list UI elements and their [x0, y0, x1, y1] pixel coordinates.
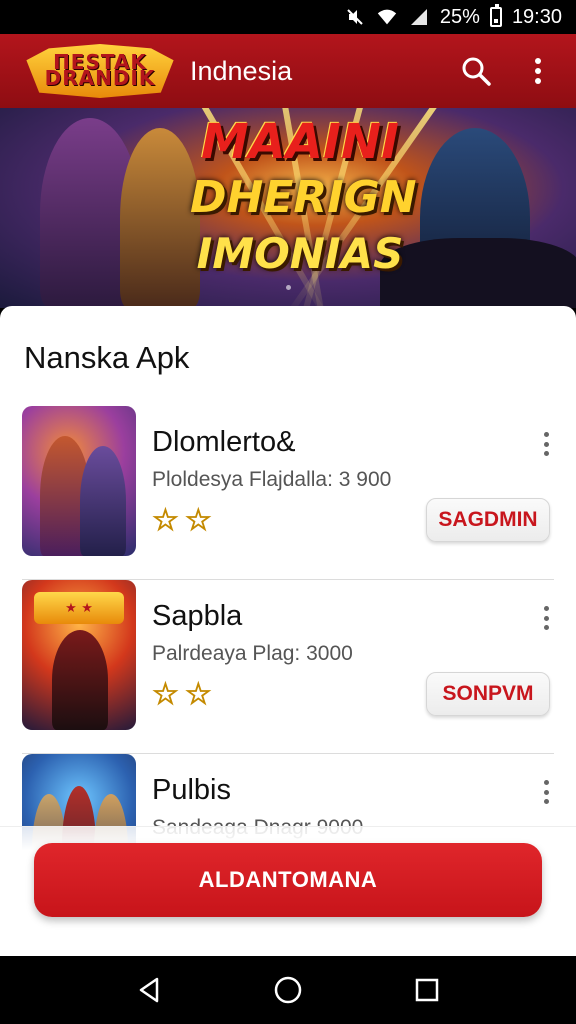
- search-button[interactable]: [452, 47, 500, 95]
- battery-percent: 25%: [439, 5, 480, 28]
- clock: 19:30: [511, 5, 562, 28]
- overflow-menu-button[interactable]: [514, 47, 562, 95]
- battery-icon: [489, 4, 502, 27]
- star-icon: ☆: [152, 678, 180, 711]
- app-thumbnail: [22, 406, 136, 556]
- cta-footer: ALDANTOMANA: [0, 826, 576, 956]
- nav-back-button[interactable]: [129, 970, 169, 1010]
- banner-headline: MAAINI DHERIGN IMONIAS: [190, 114, 417, 282]
- app-title: Indnesia: [190, 55, 293, 86]
- primary-cta-button[interactable]: ALDANTOMANA: [34, 843, 542, 917]
- signal-icon: [408, 7, 430, 27]
- more-vert-icon: [535, 58, 541, 84]
- item-action-button[interactable]: SAGDMIN: [426, 498, 550, 542]
- section-title: Nanska Apk: [24, 340, 190, 375]
- mute-icon: [344, 7, 366, 27]
- recents-icon: [415, 978, 438, 1002]
- search-icon: [462, 57, 491, 86]
- hero-banner[interactable]: MAAINI DHERIGN IMONIAS: [0, 108, 576, 308]
- back-icon: [140, 977, 159, 1003]
- star-icon: ☆: [152, 504, 180, 537]
- app-meta: Ploldesya Flajdalla: 3 900: [152, 468, 392, 491]
- app-name: Sapbla: [152, 600, 243, 632]
- star-icon: ☆: [184, 504, 212, 537]
- thumbnail-logo: ★ ★: [34, 592, 124, 624]
- status-bar: 25% 19:30: [0, 0, 576, 34]
- app-logo[interactable]: ПЕSTAK DRANDIK: [20, 40, 180, 102]
- hero-figure-left-2: [120, 128, 200, 308]
- app-name: Dlomlerto&: [152, 426, 296, 458]
- nav-recents-button[interactable]: [407, 970, 447, 1010]
- banner-line-1: MAAINI: [201, 114, 399, 170]
- star-icon: ☆: [184, 678, 212, 711]
- banner-line-3: IMONIAS: [196, 229, 404, 278]
- rating-stars: ☆ ☆: [152, 678, 213, 711]
- logo-text: ПЕSTAK DRANDIK: [44, 50, 156, 90]
- banner-line-2: DHERIGN: [190, 172, 417, 223]
- list-item[interactable]: ★ ★ Sapbla Palrdeaya Plag: 3000 ☆ ☆ SONP…: [0, 580, 576, 754]
- item-overflow-button[interactable]: [534, 428, 558, 460]
- app-thumbnail: ★ ★: [22, 580, 136, 730]
- item-action-button[interactable]: SONPVM: [426, 672, 550, 716]
- app-name: Pulbis: [152, 774, 231, 806]
- app-bar: ПЕSTAK DRANDIK Indnesia: [0, 34, 576, 108]
- list-item[interactable]: Dlomlerto& Ploldesya Flajdalla: 3 900 ☆ …: [0, 406, 576, 580]
- item-overflow-button[interactable]: [534, 602, 558, 634]
- wifi-icon: [376, 7, 398, 27]
- home-icon: [274, 976, 302, 1004]
- app-meta: Palrdeaya Plag: 3000: [152, 642, 353, 665]
- banner-page-indicator: [0, 285, 576, 290]
- nav-home-button[interactable]: [268, 970, 308, 1010]
- rating-stars: ☆ ☆: [152, 504, 213, 537]
- system-nav-bar: [0, 956, 576, 1024]
- item-overflow-button[interactable]: [534, 776, 558, 808]
